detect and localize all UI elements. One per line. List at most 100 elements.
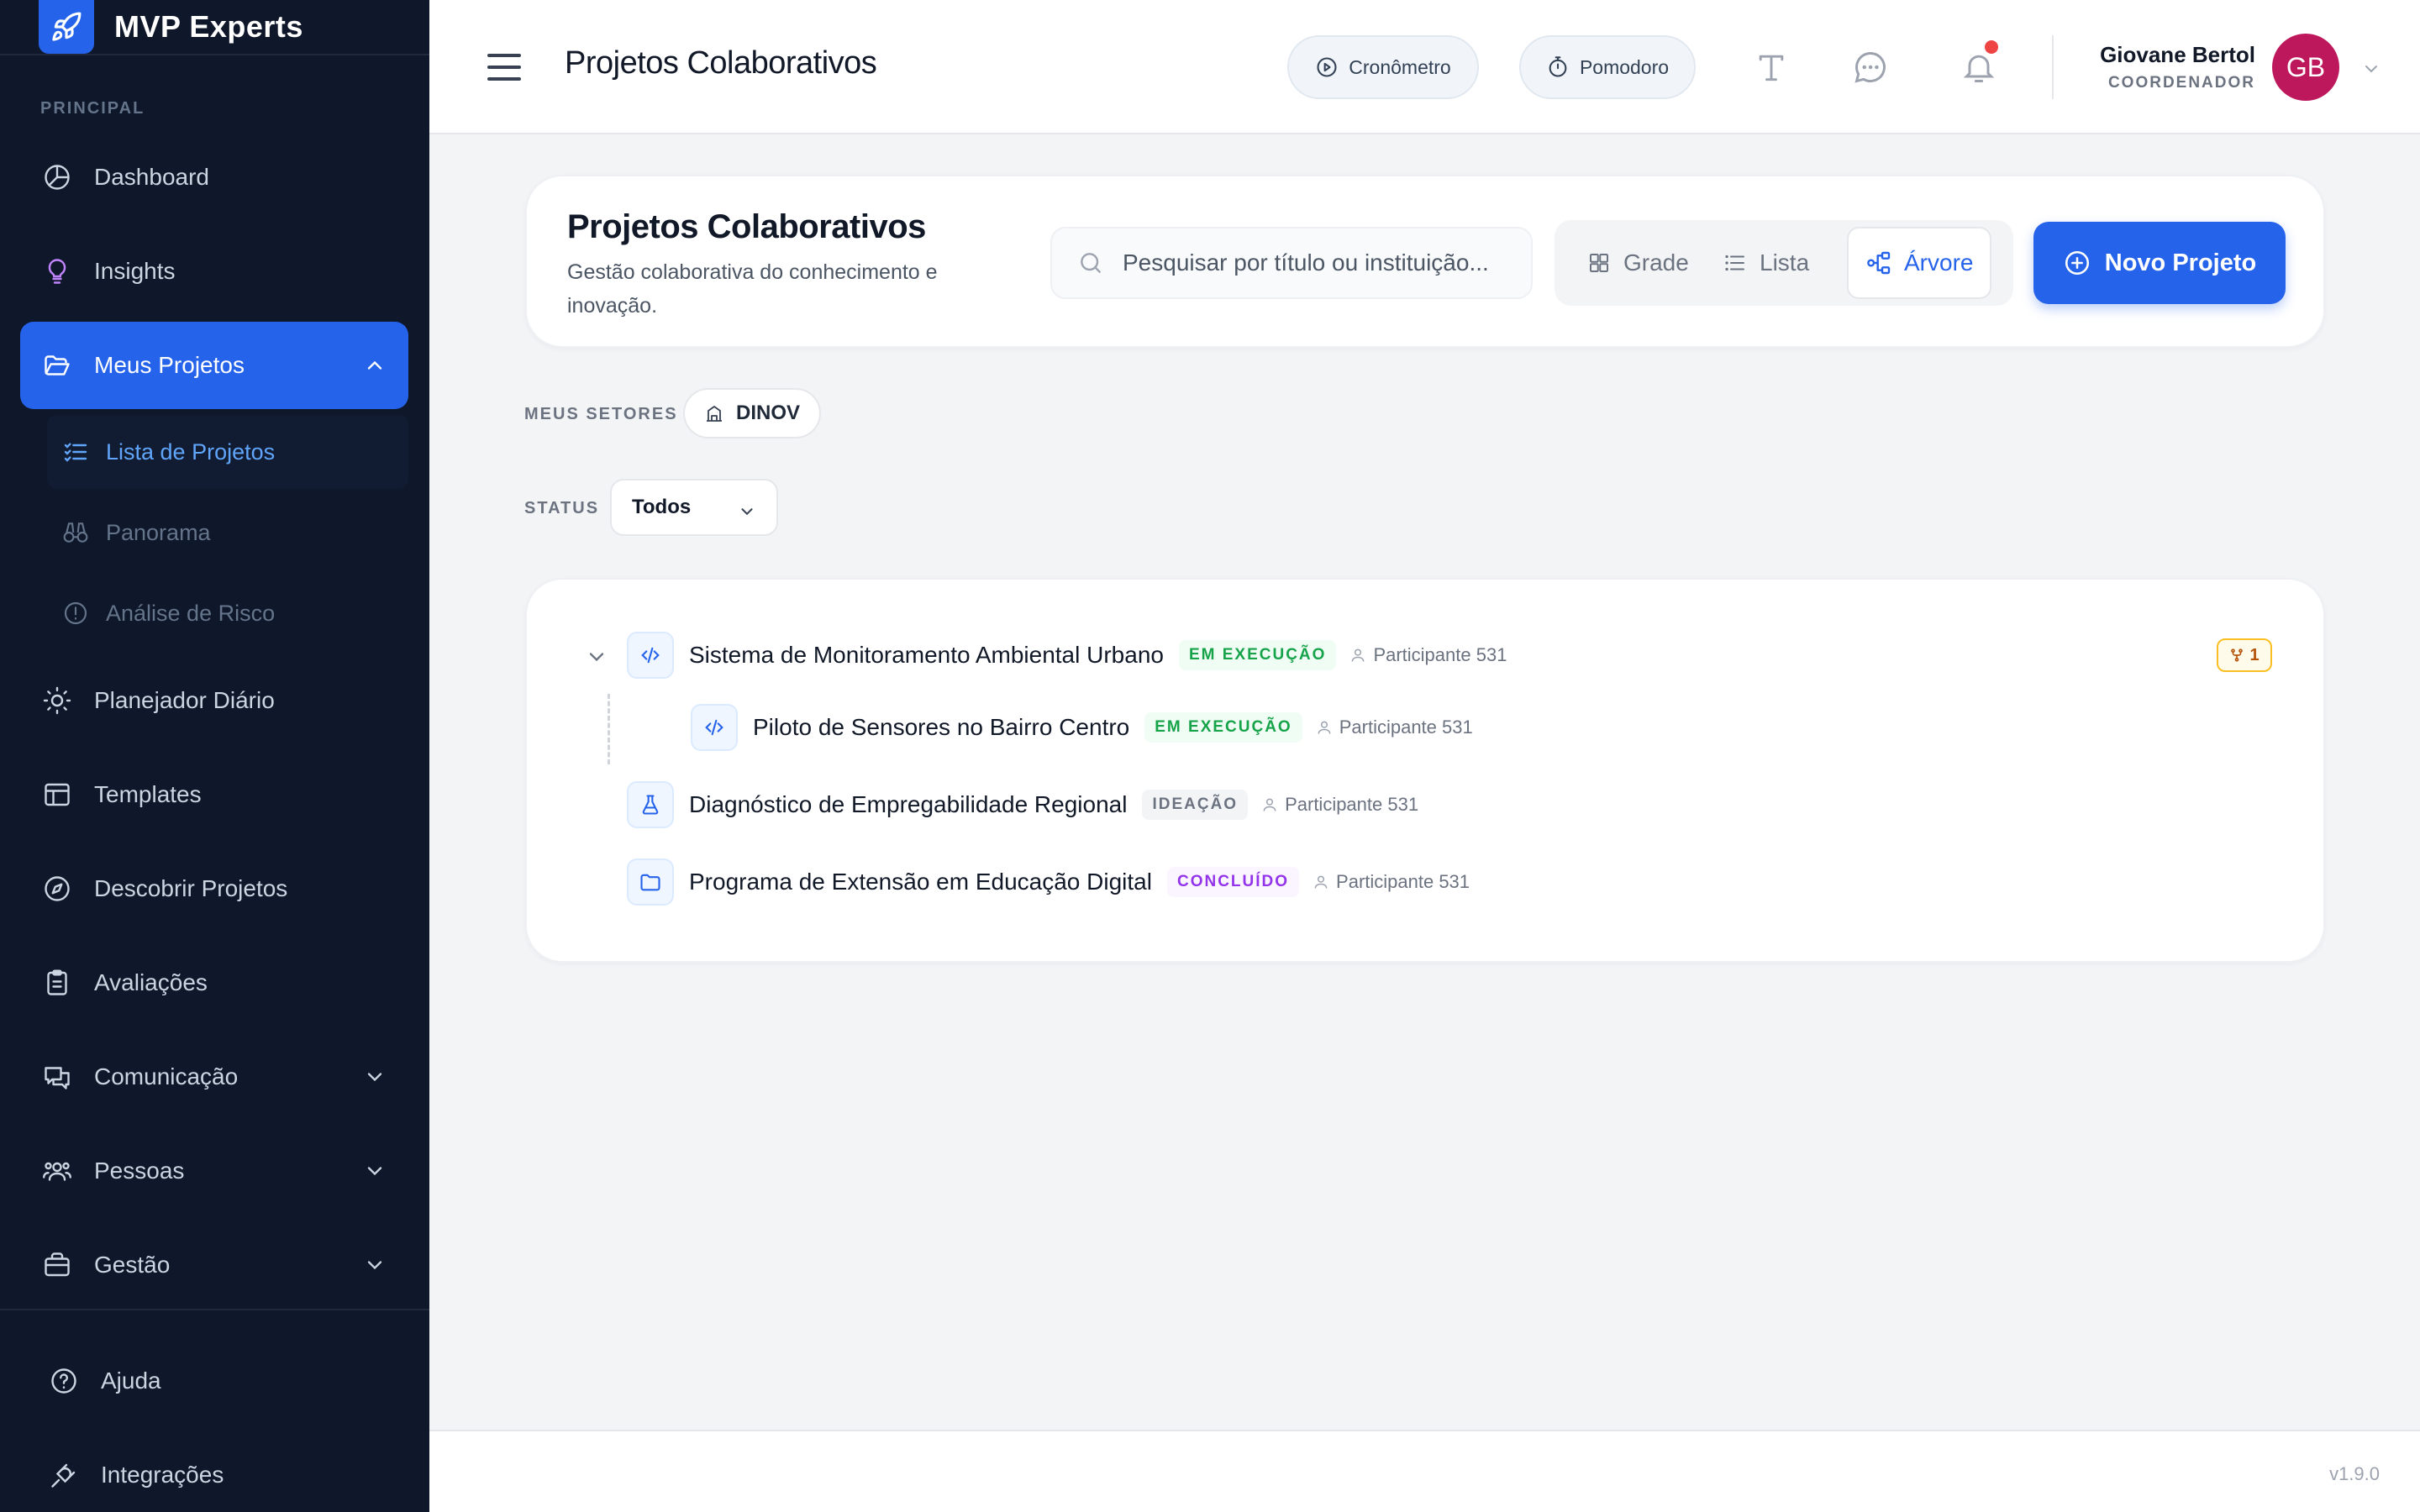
menu-icon[interactable] bbox=[487, 52, 522, 82]
participant: Participante 531 bbox=[1349, 644, 1507, 666]
brand[interactable]: MVP Experts bbox=[39, 0, 303, 54]
chat-bubble-icon[interactable] bbox=[1852, 49, 1889, 86]
search-input[interactable] bbox=[1123, 249, 1509, 276]
rocket-icon bbox=[39, 0, 94, 54]
view-grid-button[interactable]: Grade bbox=[1570, 227, 1706, 299]
tree-row[interactable]: Sistema de Monitoramento Ambiental Urban… bbox=[627, 632, 1507, 679]
sidebar-item-integracoes[interactable]: Integrações bbox=[27, 1431, 415, 1512]
project-title[interactable]: Programa de Extensão em Educação Digital bbox=[689, 869, 1152, 895]
sidebar-item-insights[interactable]: Insights bbox=[20, 228, 408, 315]
sidebar-item-label: Pessoas bbox=[94, 1158, 185, 1184]
text-size-icon[interactable] bbox=[1753, 49, 1790, 86]
briefcase-icon bbox=[45, 1252, 70, 1277]
user-name: Giovane Bertol bbox=[2100, 42, 2255, 67]
view-label: Árvore bbox=[1904, 249, 1974, 276]
chevron-up-icon[interactable] bbox=[363, 354, 387, 377]
bell-icon[interactable] bbox=[1960, 49, 1997, 86]
user-icon bbox=[1314, 875, 1328, 889]
pomodoro-label: Pomodoro bbox=[1579, 55, 1670, 78]
sidebar-item-planejador-diario[interactable]: Planejador Diário bbox=[20, 657, 408, 744]
avatar[interactable]: GB bbox=[2272, 34, 2339, 101]
sidebar-item-gestao[interactable]: Gestão bbox=[20, 1221, 408, 1309]
divider bbox=[0, 1309, 429, 1310]
divider bbox=[0, 54, 429, 55]
chevron-down-icon[interactable] bbox=[2361, 59, 2381, 79]
help-circle-icon bbox=[51, 1368, 76, 1394]
sidebar-subitem-panorama[interactable]: Panorama bbox=[47, 496, 408, 570]
search-icon bbox=[1081, 253, 1101, 273]
sidebar-item-avaliacoes[interactable]: Avaliações bbox=[20, 939, 408, 1026]
version-label: v1.9.0 bbox=[2329, 1463, 2380, 1484]
sidebar-subitem-lista-de-projetos[interactable]: Lista de Projetos bbox=[47, 415, 408, 489]
plus-circle-icon bbox=[2065, 250, 2089, 276]
sidebar-item-templates[interactable]: Templates bbox=[20, 751, 408, 838]
sidebar-item-pessoas[interactable]: Pessoas bbox=[20, 1127, 408, 1215]
flask-icon bbox=[627, 781, 674, 828]
section-label: PRINCIPAL bbox=[40, 99, 145, 118]
tree-row[interactable]: Diagnóstico de Empregabilidade Regional … bbox=[627, 781, 1418, 828]
compass-icon bbox=[45, 876, 70, 901]
view-tree-button[interactable]: Árvore bbox=[1847, 227, 1992, 299]
view-list-button[interactable]: Lista bbox=[1706, 227, 1826, 299]
clipboard-icon bbox=[47, 969, 67, 995]
fork-count-badge: 1 bbox=[2217, 638, 2272, 672]
view-toggle: Grade Lista Árvore bbox=[1555, 220, 2013, 306]
sidebar-item-label: Descobrir Projetos bbox=[94, 875, 288, 901]
notification-dot bbox=[1985, 40, 1998, 54]
view-label: Grade bbox=[1623, 249, 1689, 276]
divider bbox=[2052, 35, 2054, 99]
chevron-down-icon[interactable] bbox=[363, 1253, 387, 1277]
sidebar-item-meus-projetos[interactable]: Meus Projetos bbox=[20, 322, 408, 409]
participant-name: Participante 531 bbox=[1285, 794, 1419, 815]
sector-chip[interactable]: DINOV bbox=[683, 388, 821, 438]
top-header: Projetos Colaborativos Cronômetro Pomodo… bbox=[429, 0, 2420, 134]
tree-row[interactable]: Programa de Extensão em Educação Digital… bbox=[627, 858, 1470, 906]
stopwatch-icon bbox=[1549, 56, 1567, 77]
project-title[interactable]: Diagnóstico de Empregabilidade Regional bbox=[689, 791, 1127, 818]
project-title[interactable]: Sistema de Monitoramento Ambiental Urban… bbox=[689, 642, 1164, 669]
sidebar-subitem-label: Análise de Risco bbox=[106, 600, 276, 626]
view-label: Lista bbox=[1760, 249, 1810, 276]
sidebar-item-ajuda[interactable]: Ajuda bbox=[27, 1337, 415, 1425]
chevron-down-icon[interactable] bbox=[585, 645, 608, 669]
sidebar-item-label: Insights bbox=[94, 258, 176, 284]
code-icon bbox=[691, 704, 738, 751]
participant-name: Participante 531 bbox=[1339, 717, 1473, 738]
sector-chip-label: DINOV bbox=[735, 402, 800, 424]
layout-icon bbox=[45, 783, 70, 806]
sidebar-item-descobrir-projetos[interactable]: Descobrir Projetos bbox=[20, 845, 408, 932]
sidebar-item-comunicacao[interactable]: Comunicação bbox=[20, 1033, 408, 1121]
project-title[interactable]: Piloto de Sensores no Bairro Centro bbox=[753, 714, 1129, 741]
chevron-down-icon[interactable] bbox=[363, 1065, 387, 1089]
chevron-down-icon[interactable] bbox=[363, 1159, 387, 1183]
tree-row-child[interactable]: Piloto de Sensores no Bairro Centro EM E… bbox=[691, 704, 1473, 751]
search-box[interactable] bbox=[1050, 227, 1533, 299]
sun-icon bbox=[43, 686, 71, 715]
sidebar-item-label: Gestão bbox=[94, 1252, 171, 1278]
sidebar-subitem-analise-de-risco[interactable]: Análise de Risco bbox=[47, 576, 408, 650]
participant: Participante 531 bbox=[1316, 717, 1473, 738]
participant: Participante 531 bbox=[1313, 871, 1470, 893]
status-badge: EM EXECUÇÃO bbox=[1178, 640, 1337, 670]
list-icon bbox=[1725, 255, 1744, 271]
pomodoro-button[interactable]: Pomodoro bbox=[1519, 35, 1696, 99]
tree-icon bbox=[1867, 251, 1891, 275]
sidebar-item-label: Planejador Diário bbox=[94, 687, 275, 713]
fork-count: 1 bbox=[2249, 645, 2260, 664]
section-subtitle: Gestão colaborativa do conhecimento e in… bbox=[567, 260, 938, 318]
participant-name: Participante 531 bbox=[1336, 871, 1470, 892]
section-title: Projetos Colaborativos bbox=[567, 208, 926, 245]
new-project-button[interactable]: Novo Projeto bbox=[2033, 222, 2286, 304]
code-icon bbox=[627, 632, 674, 679]
status-label: STATUS bbox=[524, 499, 600, 517]
status-select-value: Todos bbox=[632, 496, 692, 518]
sidebar-item-dashboard[interactable]: Dashboard bbox=[20, 134, 408, 221]
status-badge: CONCLUÍDO bbox=[1166, 867, 1300, 897]
status-select[interactable]: Todos bbox=[610, 479, 778, 536]
page-title: Projetos Colaborativos bbox=[565, 45, 877, 81]
plug-icon bbox=[51, 1463, 76, 1488]
git-fork-icon bbox=[2231, 648, 2244, 662]
user-role: COORDENADOR bbox=[2107, 74, 2255, 92]
sidebar-subitem-label: Lista de Projetos bbox=[106, 438, 276, 465]
timer-button[interactable]: Cronômetro bbox=[1287, 35, 1479, 99]
